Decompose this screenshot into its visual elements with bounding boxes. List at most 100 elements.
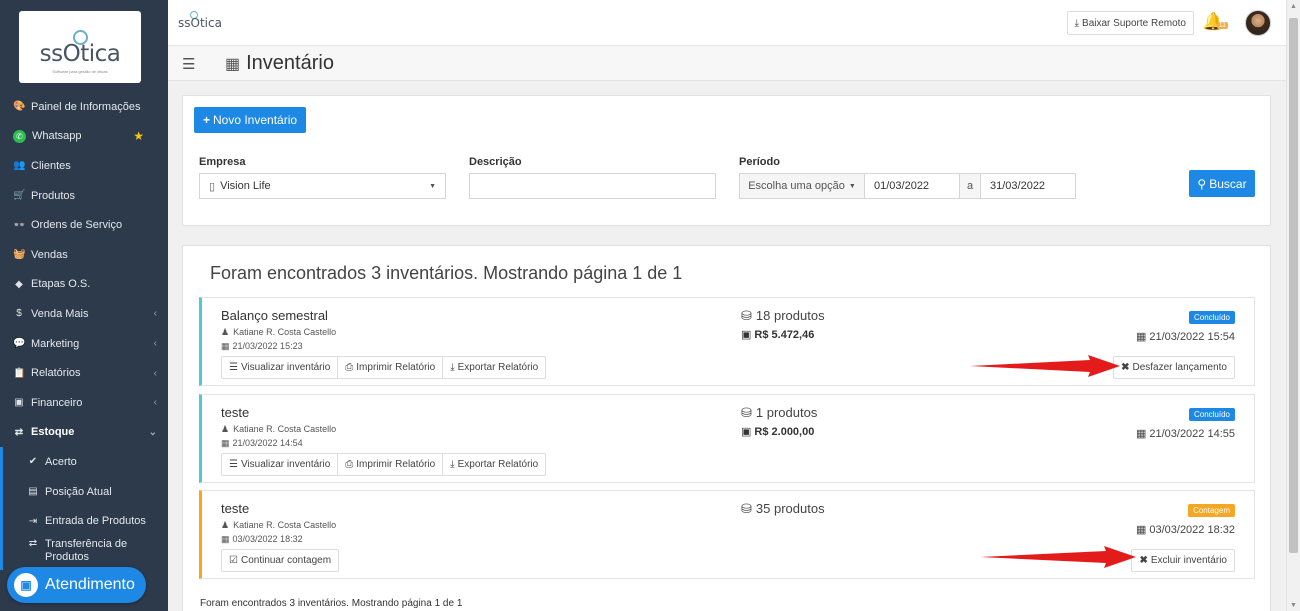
imprimir-relat-rio-button[interactable]: ⎙ Imprimir Relatório [338, 454, 444, 475]
calendar-icon: ▦ [221, 534, 230, 544]
list-icon: ☰ [229, 459, 238, 470]
page-scrollbar[interactable]: ▲ ▼ [1286, 0, 1300, 611]
sidebar-item-label: Venda Mais [31, 307, 89, 320]
periodo-select[interactable]: Escolha uma opção ▼ [739, 173, 865, 199]
desfazer-lan-amento-button[interactable]: ✖ Desfazer lançamento [1113, 356, 1235, 379]
sidebar-item-whatsapp[interactable]: ✆ Whatsapp ★ [0, 122, 168, 152]
title-bar: ☰ ▦ Inventário [168, 46, 1286, 81]
results-heading: Foram encontrados 3 inventários. Mostran… [210, 263, 683, 283]
empresa-select[interactable]: ▯ Vision Life ▼ [199, 173, 446, 199]
inventory-title: teste [221, 501, 250, 516]
checkbox-icon: ☑ [229, 555, 238, 566]
final-date: ▦ 03/03/2022 18:32 [1136, 523, 1235, 536]
calendar-icon: ▦ [221, 438, 230, 448]
exportar-relat-rio-button[interactable]: ⤓ Exportar Relatório [443, 454, 545, 475]
action-button-group: ☰ Visualizar inventário ⎙ Imprimir Relatóri… [221, 356, 547, 379]
user-icon: ♟ [221, 327, 230, 337]
dollar-icon: $ [16, 308, 22, 320]
periodo-select-value: Escolha uma opção [748, 180, 845, 192]
inventory-value-text: R$ 5.472,46 [754, 329, 815, 341]
calendar-icon: ▦ [221, 341, 230, 351]
menu-toggle-icon[interactable]: ☰ [182, 55, 195, 73]
plus-icon: + [202, 113, 210, 127]
submenu-item-posi-o-atual[interactable]: ▤ Posição Atual [3, 477, 168, 507]
inventory-user: ♟ Katiane R. Costa Castello [221, 424, 336, 435]
inventory-value: ▣ R$ 5.472,46 [741, 328, 814, 341]
red-arrow-1 [970, 355, 1120, 377]
visualizar-invent-rio-button[interactable]: ☰ Visualizar inventário [222, 454, 339, 475]
right-action-label: Excluir inventário [1150, 555, 1227, 566]
sidebar-item-painel-de-informa-es[interactable]: 🎨 Painel de Informações [0, 92, 168, 122]
submenu-item-transfer-ncia-de-produtos[interactable]: ⇄ Transferência de Produtos [3, 536, 168, 570]
scroll-thumb[interactable] [1289, 18, 1298, 553]
final-date-text: 21/03/2022 15:54 [1149, 331, 1235, 343]
sidebar-item-label: Etapas O.S. [31, 278, 91, 291]
times-icon: ✖ [1139, 555, 1148, 566]
top-bar: ssOtica ⤓ Baixar Suporte Remoto 🔔 11 [168, 0, 1286, 46]
date-to-input[interactable]: 31/03/2022 [980, 173, 1076, 199]
sidebar-item-vendas[interactable]: 🧺 Vendas [0, 240, 168, 270]
excluir-invent-rio-button[interactable]: ✖ Excluir inventário [1131, 549, 1235, 572]
sidebar-item-ordens-de-servi-o[interactable]: 👓 Ordens de Serviço [0, 210, 168, 240]
sidebar-item-label: Clientes [31, 159, 71, 172]
list-icon: ☰ [229, 362, 238, 373]
status-badge: Concluído [1188, 408, 1235, 421]
sidebar-item-label: Vendas [31, 248, 68, 261]
calculator-icon: ▦ [225, 55, 241, 73]
sidebar-item-label: Financeiro [31, 396, 83, 409]
money-icon: ▣ [741, 426, 752, 438]
date-from-input[interactable]: 01/03/2022 [864, 173, 960, 199]
inventory-title: teste [221, 405, 250, 420]
inventory-date: ▦ 03/03/2022 18:32 [221, 534, 303, 545]
money-icon: ▣ [741, 329, 752, 341]
novo-inventario-button[interactable]: + Novo Inventário [194, 107, 306, 133]
sidebar-nav: 🎨 Painel de Informações ✆ Whatsapp ★ 👥 Cliente… [0, 92, 168, 570]
chevron-left-icon: ‹ [153, 367, 157, 379]
sidebar-item-estoque[interactable]: ⇄ Estoque ⌄ [0, 418, 168, 448]
suporte-remoto-button[interactable]: ⤓ Baixar Suporte Remoto [1066, 11, 1194, 35]
sidebar-item-financeiro[interactable]: ▣ Financeiro ‹ [0, 388, 168, 418]
sidebar-item-label: Relatórios [31, 367, 81, 380]
red-arrow-2 [980, 546, 1136, 568]
atendimento-button[interactable]: ▣ Atendimento [7, 567, 146, 603]
chevron-down-icon: ⌄ [148, 426, 157, 438]
scroll-up-icon[interactable]: ▲ [1290, 3, 1297, 10]
exchange-icon: ⇄ [14, 426, 24, 438]
action-label: Continuar contagem [240, 555, 332, 566]
visualizar-invent-rio-button[interactable]: ☰ Visualizar inventário [222, 357, 339, 378]
sidebar-item-produtos[interactable]: 🛒 Produtos [0, 181, 168, 211]
imprimir-relat-rio-button[interactable]: ⎙ Imprimir Relatório [338, 357, 444, 378]
sidebar-item-venda-mais[interactable]: $ Venda Mais ‹ [0, 299, 168, 329]
sidebar-item-etapas-o-s-[interactable]: ◆ Etapas O.S. [0, 270, 168, 300]
avatar[interactable] [1245, 10, 1271, 36]
scroll-down-icon[interactable]: ▼ [1290, 602, 1297, 609]
descricao-input[interactable] [469, 173, 716, 199]
notification-badge: 11 [1216, 22, 1228, 29]
action-button-group: ☑ Continuar contagem [221, 549, 340, 572]
cubes-icon: ⛁ [741, 501, 752, 516]
times-icon: ✖ [1121, 362, 1130, 373]
logo[interactable]: ssOtica Software para gestão de óticas [19, 11, 141, 83]
exportar-relat-rio-button[interactable]: ⤓ Exportar Relatório [443, 357, 545, 378]
inventory-card: teste ♟ Katiane R. Costa Castello ▦ 21/03/20… [199, 394, 1255, 483]
money-icon: ▣ [14, 397, 24, 409]
comments-icon: 💬 [13, 338, 26, 350]
submenu-item-acerto[interactable]: ✔ Acerto [3, 447, 168, 477]
suporte-label: Baixar Suporte Remoto [1082, 17, 1186, 29]
continuar-contagem-button[interactable]: ☑ Continuar contagem [222, 550, 338, 571]
sidebar-item-marketing[interactable]: 💬 Marketing ‹ [0, 329, 168, 359]
sidebar-item-label: Produtos [31, 189, 76, 202]
inventory-user: ♟ Katiane R. Costa Castello [221, 520, 336, 531]
novo-inventario-label: Novo Inventário [212, 113, 298, 127]
star-icon: ★ [133, 129, 144, 144]
sidebar-item-label: Whatsapp [32, 130, 82, 143]
buscar-button[interactable]: ⚲ Buscar [1189, 170, 1255, 197]
sidebar-item-clientes[interactable]: 👥 Clientes [0, 151, 168, 181]
action-label: Visualizar inventário [240, 362, 331, 373]
atendimento-label: Atendimento [45, 576, 135, 593]
top-logo[interactable]: ssOtica [178, 16, 222, 30]
sidebar-item-label: Ordens de Serviço [31, 219, 123, 232]
submenu-item-entrada-de-produtos[interactable]: ⇥ Entrada de Produtos [3, 506, 168, 536]
sidebar-item-relat-rios[interactable]: 📋 Relatórios ‹ [0, 358, 168, 388]
download-icon: ⤓ [450, 459, 455, 470]
